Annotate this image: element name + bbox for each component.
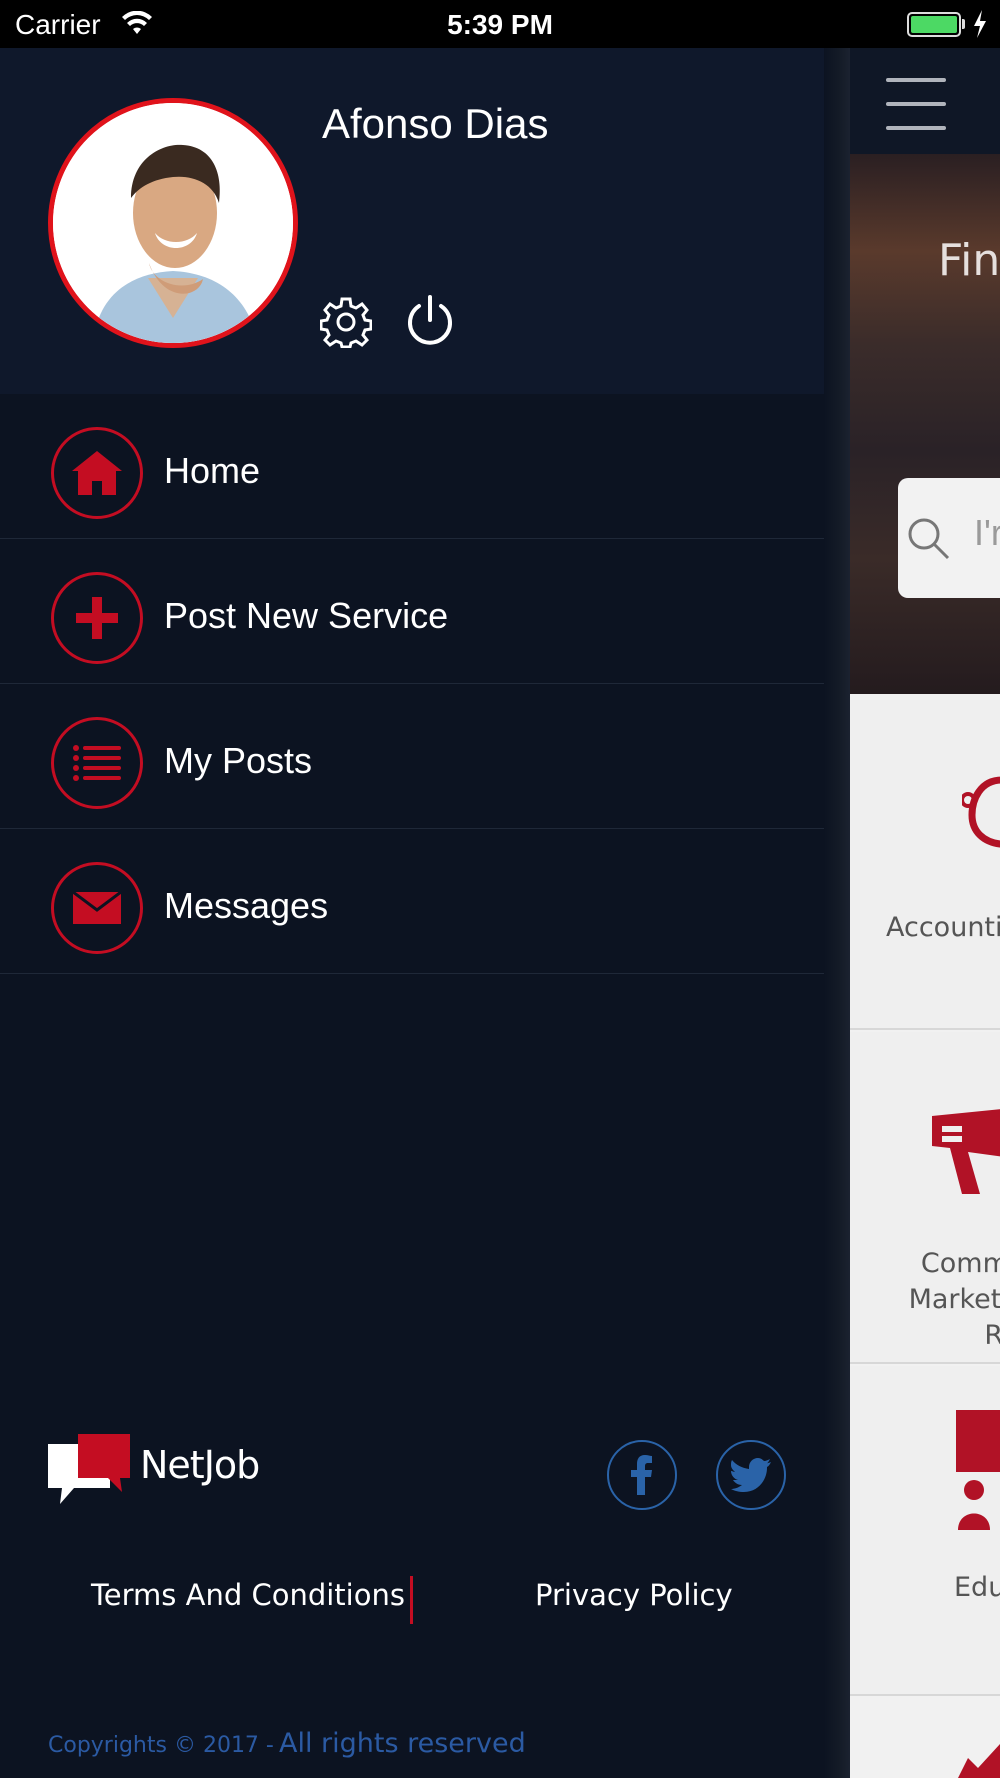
menu-item-label: Home (164, 450, 261, 491)
footer-divider (410, 1576, 413, 1624)
category-label-line: Marketin (908, 1284, 1000, 1315)
status-bar: Carrier 5:39 PM (0, 0, 1000, 48)
twitter-icon (731, 1458, 771, 1492)
clock: 5:39 PM (447, 9, 553, 40)
envelope-icon (51, 862, 143, 954)
category-label-line: Rel (984, 1320, 1000, 1351)
terms-and-conditions-link[interactable]: Terms And Conditions (91, 1578, 405, 1612)
background-hero-title: Fin (938, 235, 1000, 286)
facebook-icon (631, 1455, 652, 1495)
privacy-policy-link[interactable]: Privacy Policy (535, 1578, 733, 1612)
copyright-prefix: Copyrights © 2017 - (48, 1733, 274, 1758)
profile-header: Afonso Dias (0, 48, 824, 394)
hamburger-menu-icon[interactable] (886, 78, 946, 130)
list-icon (51, 717, 143, 809)
menu-item-post-new-service[interactable]: Post New Service (0, 539, 824, 684)
avatar-photo (53, 103, 293, 343)
category-card-education[interactable]: Edu (850, 1366, 1000, 1696)
copyright-notice: Copyrights © 2017 - All rights reserved (48, 1728, 526, 1759)
piggy-bank-icon (962, 776, 1000, 848)
category-label: Edu (954, 1572, 1000, 1603)
copyright-suffix: All rights reserved (278, 1728, 526, 1759)
background-top-bar (824, 48, 1000, 154)
category-card-communication[interactable]: Commu Marketin Rel (850, 1032, 1000, 1364)
megaphone-icon (932, 1109, 1000, 1194)
twitter-button[interactable] (716, 1440, 786, 1510)
side-drawer: Afonso Dias Home Post New Service My Pos… (0, 48, 824, 1778)
menu-item-messages[interactable]: Messages (0, 829, 824, 974)
category-label: Accountin (886, 912, 1000, 943)
gear-icon[interactable] (320, 296, 372, 348)
menu-item-label: Post New Service (164, 595, 449, 636)
power-icon[interactable] (404, 294, 456, 348)
plus-icon (51, 572, 143, 664)
teacher-icon (956, 1410, 1000, 1530)
menu-item-label: Messages (164, 885, 329, 926)
avatar[interactable] (48, 98, 298, 348)
background-search-placeholder: I'r (974, 512, 1000, 553)
battery-icon (907, 12, 961, 37)
battery-tip (962, 19, 965, 29)
drawer-menu: Home Post New Service My Posts Messages (0, 394, 824, 974)
home-icon (51, 427, 143, 519)
brand-name: NetJob (140, 1443, 260, 1487)
category-label-line: Commu (920, 1248, 1000, 1279)
facebook-button[interactable] (607, 1440, 677, 1510)
drawer-edge-shadow (824, 48, 850, 1778)
category-card-accounting[interactable]: Accountin (850, 700, 1000, 1030)
search-icon (908, 518, 950, 560)
charging-bolt-icon (974, 10, 986, 38)
menu-item-label: My Posts (164, 740, 313, 781)
menu-item-home[interactable]: Home (0, 394, 824, 539)
menu-item-my-posts[interactable]: My Posts (0, 684, 824, 829)
user-name: Afonso Dias (322, 100, 549, 147)
category-label: Commu Marketin Rel (906, 1246, 1000, 1354)
category-icon-partial (958, 1744, 1000, 1778)
